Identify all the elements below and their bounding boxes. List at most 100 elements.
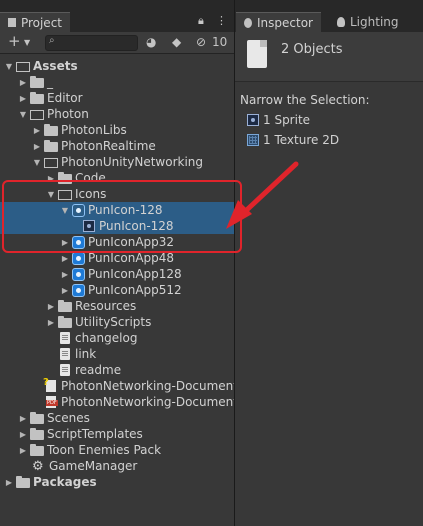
folder-open-icon	[30, 109, 44, 120]
narrow-selection-label: Narrow the Selection:	[240, 93, 370, 107]
project-toolbar: + ▼ ⌕ ◕ ◆ ⊘ 10	[0, 32, 234, 54]
search-icon: ⌕	[49, 35, 55, 46]
lock-icon[interactable]: 🔒︎	[198, 14, 204, 28]
project-panel: Project 🔒︎ ⋮ + ▼ ⌕ ◕ ◆ ⊘ 10 ▼ Assets ▶ _…	[0, 0, 234, 526]
collapse-arrow-icon[interactable]: ▶	[18, 430, 28, 439]
pun-logo-icon	[72, 251, 85, 265]
tree-item-readme[interactable]: readme	[0, 362, 234, 378]
tab-project-label: Project	[20, 15, 62, 30]
tree-item-puniconapp48[interactable]: ▶ PunIconApp48	[0, 250, 234, 266]
tree-item-scripttemplates[interactable]: ▶ ScriptTemplates	[0, 426, 234, 442]
gear-icon: ⚙	[32, 458, 44, 474]
sprite-icon	[247, 114, 259, 126]
collapse-arrow-icon[interactable]: ▶	[60, 254, 70, 263]
project-tabbar: Project 🔒︎ ⋮	[0, 0, 234, 32]
tree-item-scenes[interactable]: ▶ Scenes	[0, 410, 234, 426]
narrow-item-texture2d[interactable]: 1 Texture 2D	[247, 133, 339, 147]
tree-item-puniconapp128[interactable]: ▶ PunIconApp128	[0, 266, 234, 282]
hidden-packages-icon[interactable]: ⊘	[196, 35, 206, 49]
collapse-arrow-icon[interactable]: ▶	[60, 238, 70, 247]
hidden-packages-count: 10	[212, 35, 228, 49]
collapse-arrow-icon[interactable]: ▶	[60, 270, 70, 279]
folder-open-icon	[16, 61, 30, 72]
collapse-arrow-icon[interactable]: ▶	[46, 302, 56, 311]
folder-icon	[58, 171, 72, 184]
folder-icon	[30, 75, 44, 88]
more-menu-icon[interactable]: ⋮	[216, 14, 227, 27]
multi-object-icon	[247, 40, 267, 68]
tree-item-photonnetworking-doc-chm[interactable]: PhotonNetworking-Documentation	[0, 378, 234, 394]
tab-project[interactable]: Project	[0, 12, 70, 32]
folder-icon	[58, 315, 72, 328]
tree-item-photon[interactable]: ▼ Photon	[0, 106, 234, 122]
tree-item-punicon-128-sprite[interactable]: PunIcon-128	[0, 218, 234, 234]
texture-icon	[247, 134, 259, 146]
tree-item-toon-enemies-pack[interactable]: ▶ Toon Enemies Pack	[0, 442, 234, 458]
collapse-arrow-icon[interactable]: ▶	[46, 318, 56, 327]
tab-inspector[interactable]: Inspector	[236, 12, 321, 32]
add-dropdown-icon[interactable]: ▼	[24, 38, 30, 47]
inspector-title: 2 Objects	[281, 42, 343, 57]
expand-arrow-icon[interactable]: ▼	[60, 206, 70, 215]
pun-logo-icon	[72, 267, 85, 281]
folder-icon	[30, 91, 44, 104]
tab-lighting[interactable]: Lighting	[329, 12, 409, 32]
text-file-icon	[60, 332, 70, 344]
expand-arrow-icon[interactable]: ▼	[46, 190, 56, 199]
folder-icon	[44, 139, 58, 152]
tree-item-punicon-128-texture[interactable]: ▼ PunIcon-128	[0, 202, 234, 218]
tree-item-packages[interactable]: ▶ Packages	[0, 474, 234, 490]
inspector-header: 2 Objects	[235, 32, 423, 82]
tree-item-underscore[interactable]: ▶ _	[0, 74, 234, 90]
help-file-icon	[43, 378, 56, 392]
text-file-icon	[60, 348, 70, 360]
collapse-arrow-icon[interactable]: ▶	[46, 174, 56, 183]
tree-item-editor[interactable]: ▶ Editor	[0, 90, 234, 106]
filter-by-type-icon[interactable]: ◕	[146, 35, 156, 49]
tree-item-puniconapp512[interactable]: ▶ PunIconApp512	[0, 282, 234, 298]
search-input[interactable]: ⌕	[45, 35, 138, 51]
tree-item-resources[interactable]: ▶ Resources	[0, 298, 234, 314]
pun-logo-icon	[72, 283, 85, 297]
inspector-tabbar: Inspector Lighting	[235, 0, 423, 32]
tree-item-assets[interactable]: ▼ Assets	[0, 58, 234, 74]
narrow-item-sprite[interactable]: 1 Sprite	[247, 113, 310, 127]
tree-item-utilityscripts[interactable]: ▶ UtilityScripts	[0, 314, 234, 330]
tree-item-gamemanager[interactable]: ⚙ GameManager	[0, 458, 234, 474]
tree-item-puniconapp32[interactable]: ▶ PunIconApp32	[0, 234, 234, 250]
collapse-arrow-icon[interactable]: ▶	[18, 78, 28, 87]
expand-arrow-icon[interactable]: ▼	[4, 62, 14, 71]
collapse-arrow-icon[interactable]: ▶	[60, 286, 70, 295]
pdf-file-icon	[46, 396, 58, 408]
tree-item-code[interactable]: ▶ Code	[0, 170, 234, 186]
collapse-arrow-icon[interactable]: ▶	[32, 126, 42, 135]
texture-icon	[72, 203, 85, 217]
collapse-arrow-icon[interactable]: ▶	[32, 142, 42, 151]
expand-arrow-icon[interactable]: ▼	[32, 158, 42, 167]
sprite-icon	[83, 220, 95, 232]
tree-item-link[interactable]: link	[0, 346, 234, 362]
info-icon	[244, 17, 253, 28]
folder-icon	[16, 475, 30, 488]
inspector-panel: Inspector Lighting 2 Objects Narrow the …	[235, 0, 423, 526]
expand-arrow-icon[interactable]: ▼	[18, 110, 28, 119]
pun-logo-icon	[72, 235, 85, 249]
lightbulb-icon	[337, 17, 345, 27]
add-button[interactable]: +	[8, 32, 21, 50]
tree-item-icons[interactable]: ▼ Icons	[0, 186, 234, 202]
folder-open-icon	[44, 157, 58, 168]
collapse-arrow-icon[interactable]: ▶	[18, 94, 28, 103]
collapse-arrow-icon[interactable]: ▶	[4, 478, 14, 487]
folder-icon	[30, 443, 44, 456]
tree-item-photonlibs[interactable]: ▶ PhotonLibs	[0, 122, 234, 138]
folder-icon	[8, 18, 16, 27]
collapse-arrow-icon[interactable]: ▶	[18, 446, 28, 455]
text-file-icon	[60, 364, 70, 376]
collapse-arrow-icon[interactable]: ▶	[18, 414, 28, 423]
folder-open-icon	[58, 189, 72, 200]
tree-item-photonrealtime[interactable]: ▶ PhotonRealtime	[0, 138, 234, 154]
tree-item-photonnetworking-doc-pdf[interactable]: PhotonNetworking-Documentation	[0, 394, 234, 410]
filter-by-label-icon[interactable]: ◆	[172, 35, 181, 49]
tree-item-changelog[interactable]: changelog	[0, 330, 234, 346]
tree-item-photonunitynetworking[interactable]: ▼ PhotonUnityNetworking	[0, 154, 234, 170]
